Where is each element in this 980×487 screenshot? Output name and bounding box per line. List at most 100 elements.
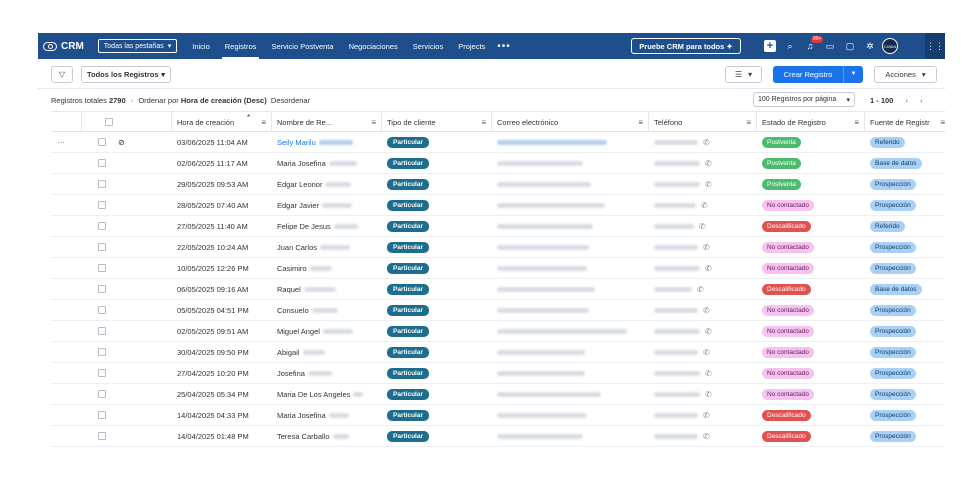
row-checkbox[interactable] — [98, 159, 106, 167]
nav-link-registros[interactable]: Registros — [221, 33, 260, 59]
phone-icon[interactable]: ✆ — [699, 222, 706, 231]
create-record-button[interactable]: Crear Registro ▼ — [773, 66, 863, 83]
search-button[interactable]: ⌕ — [780, 33, 800, 59]
row-checkbox[interactable] — [98, 432, 106, 440]
table-row[interactable]: 10/05/2025 12:26 PM Casimiro Particular ✆ No… — [51, 258, 945, 279]
column-menu-icon[interactable]: ≡ — [746, 118, 751, 127]
clock-icon[interactable]: ⊘ — [118, 138, 125, 147]
record-name[interactable]: Miguel Angel — [271, 321, 381, 341]
next-page-button[interactable]: › — [920, 96, 923, 105]
phone-cell[interactable]: ✆ — [648, 153, 756, 173]
table-row[interactable]: 25/04/2025 05:34 PM Maria De Los Angeles P… — [51, 384, 945, 405]
record-name[interactable]: Maria De Los Angeles — [271, 384, 381, 404]
table-row[interactable]: 30/04/2025 09:50 PM Abigail Particular ✆ No … — [51, 342, 945, 363]
table-row[interactable]: 22/05/2025 10:24 AM Juan Carlos Particular… — [51, 237, 945, 258]
record-name[interactable]: Consuelo — [271, 300, 381, 320]
row-checkbox[interactable] — [98, 222, 106, 230]
phone-cell[interactable]: ✆ — [648, 300, 756, 320]
column-header-phone[interactable]: Teléfono ≡ — [648, 112, 756, 132]
row-checkbox[interactable] — [98, 390, 106, 398]
table-row[interactable]: 06/05/2025 09:16 AM Raquel Particular ✆ Desc… — [51, 279, 945, 300]
table-row[interactable]: 28/05/2025 07:40 AM Edgar Javier Particula… — [51, 195, 945, 216]
record-name[interactable]: Edgar Leonor — [271, 174, 381, 194]
record-name[interactable]: Teresa Carballo — [271, 426, 381, 446]
all-tabs-dropdown[interactable]: Todas las pestañas ▾ — [97, 39, 178, 53]
table-row[interactable]: 02/05/2025 09:51 AM Miguel Angel Particula… — [51, 321, 945, 342]
column-header-estado[interactable]: Estado de Registro ≡ — [756, 112, 864, 132]
email-cell[interactable] — [491, 132, 648, 152]
phone-icon[interactable]: ✆ — [705, 327, 712, 336]
column-header-created[interactable]: Hora de creación * ≡ — [171, 112, 271, 132]
email-cell[interactable] — [491, 216, 648, 236]
table-row[interactable]: 02/06/2025 11:17 AM Maria Josefina Particu… — [51, 153, 945, 174]
row-checkbox[interactable] — [98, 348, 106, 356]
row-checkbox[interactable] — [98, 264, 106, 272]
phone-icon[interactable]: ✆ — [703, 348, 710, 357]
phone-icon[interactable]: ✆ — [703, 306, 710, 315]
email-cell[interactable] — [491, 321, 648, 341]
more-options-icon[interactable]: ··· — [57, 138, 65, 147]
email-cell[interactable] — [491, 153, 648, 173]
email-cell[interactable] — [491, 384, 648, 404]
phone-icon[interactable]: ✆ — [705, 159, 712, 168]
record-name[interactable]: Juan Carlos — [271, 237, 381, 257]
row-checkbox[interactable] — [98, 243, 106, 251]
settings-button[interactable]: ✲ — [860, 33, 880, 59]
phone-icon[interactable]: ✆ — [697, 285, 704, 294]
phone-icon[interactable]: ✆ — [705, 180, 712, 189]
select-all-checkbox[interactable] — [105, 118, 113, 126]
layout-view-button[interactable]: ☰ ▾ — [725, 66, 762, 83]
column-menu-icon[interactable]: ≡ — [261, 118, 266, 127]
phone-cell[interactable]: ✆ — [648, 195, 756, 215]
nav-link-inicio[interactable]: Inicio — [192, 33, 210, 59]
phone-cell[interactable]: ✆ — [648, 258, 756, 278]
phone-cell[interactable]: ✆ — [648, 321, 756, 341]
record-name[interactable]: Seily Marilu — [271, 132, 381, 152]
phone-icon[interactable]: ✆ — [701, 201, 708, 210]
phone-cell[interactable]: ✆ — [648, 405, 756, 425]
column-header-fuente[interactable]: Fuente de Registr ≡ — [864, 112, 945, 132]
phone-cell[interactable]: ✆ — [648, 363, 756, 383]
row-checkbox[interactable] — [98, 138, 106, 146]
phone-cell[interactable]: ✆ — [648, 216, 756, 236]
nav-link-servicios[interactable]: Servicios — [413, 33, 443, 59]
view-selector[interactable]: Todos los Registros ▾ — [81, 66, 171, 83]
nav-link-negociaciones[interactable]: Negociaciones — [349, 33, 398, 59]
actions-button[interactable]: Acciones ▾ — [874, 66, 937, 83]
phone-icon[interactable]: ✆ — [705, 264, 712, 273]
email-cell[interactable] — [491, 258, 648, 278]
email-cell[interactable] — [491, 363, 648, 383]
phone-icon[interactable]: ✆ — [703, 138, 710, 147]
unsort-link[interactable]: Desordenar — [271, 96, 310, 105]
phone-cell[interactable]: ✆ — [648, 342, 756, 362]
table-row[interactable]: ··· ⊘ 03/06/2025 11:04 AM Seily Marilu Parti… — [51, 132, 945, 153]
email-cell[interactable] — [491, 195, 648, 215]
phone-cell[interactable]: ✆ — [648, 132, 756, 152]
email-cell[interactable] — [491, 405, 648, 425]
chat-button[interactable]: ▢ — [840, 33, 860, 59]
filter-button[interactable]: ▽ — [51, 66, 73, 83]
email-cell[interactable] — [491, 342, 648, 362]
table-row[interactable]: 14/04/2025 04:33 PM Maria Josefina Particu… — [51, 405, 945, 426]
column-header-name[interactable]: Nombre de Re... ≡ — [271, 112, 381, 132]
phone-cell[interactable]: ✆ — [648, 426, 756, 446]
row-checkbox[interactable] — [98, 201, 106, 209]
record-name[interactable]: Raquel — [271, 279, 381, 299]
email-cell[interactable] — [491, 300, 648, 320]
email-cell[interactable] — [491, 279, 648, 299]
row-checkbox[interactable] — [98, 327, 106, 335]
column-menu-icon[interactable]: ≡ — [371, 118, 376, 127]
column-header-email[interactable]: Correo electrónico ≡ — [491, 112, 648, 132]
record-name[interactable]: Felipe De Jesus — [271, 216, 381, 236]
nav-link-servicio-postventa[interactable]: Servicio Postventa — [271, 33, 333, 59]
phone-icon[interactable]: ✆ — [705, 369, 712, 378]
user-profile-button[interactable]: CUIDA — [880, 33, 900, 59]
records-per-page-select[interactable]: 100 Registros por página ▾ — [753, 92, 855, 107]
row-checkbox[interactable] — [98, 369, 106, 377]
notifications-button[interactable]: ♫ 99+ — [800, 33, 824, 59]
record-name[interactable]: Maria Josefina — [271, 153, 381, 173]
promo-button[interactable]: Pruebe CRM para todos ✦ — [631, 38, 741, 54]
row-checkbox[interactable] — [98, 180, 106, 188]
phone-icon[interactable]: ✆ — [703, 411, 710, 420]
phone-cell[interactable]: ✆ — [648, 174, 756, 194]
